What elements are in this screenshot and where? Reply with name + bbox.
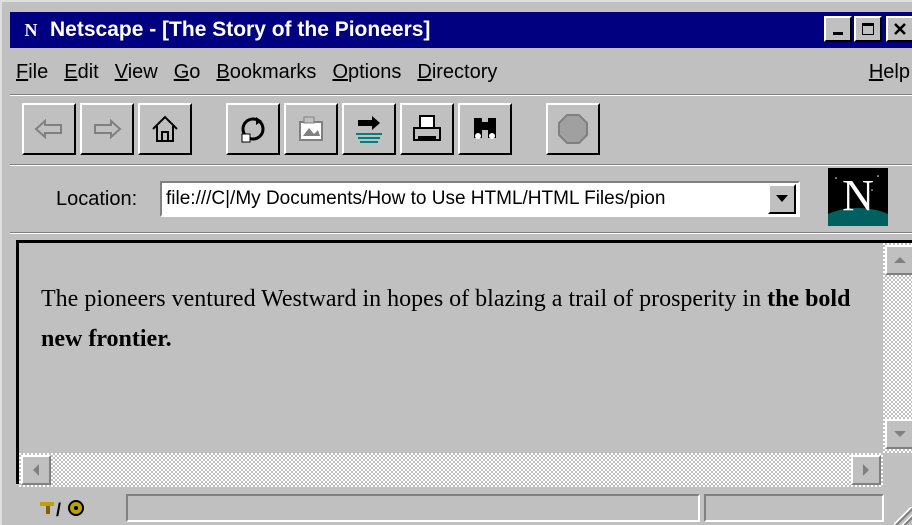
arrow-left-icon: [33, 464, 39, 476]
location-dropdown-button[interactable]: [768, 184, 796, 214]
stop-icon: [558, 114, 588, 144]
arrow-right-icon: [863, 464, 869, 476]
images-button[interactable]: [284, 103, 338, 155]
chevron-down-icon: [776, 195, 788, 202]
stop-button[interactable]: [546, 103, 600, 155]
open-button[interactable]: [342, 103, 396, 155]
menu-view[interactable]: View: [107, 61, 166, 84]
security-key-icon[interactable]: /: [34, 494, 100, 520]
menu-bar: File Edit View Go Bookmarks Options Dire…: [10, 54, 912, 90]
horizontal-scrollbar[interactable]: [19, 453, 883, 487]
window-controls: [824, 16, 912, 42]
status-message: [126, 494, 700, 522]
resize-grip-icon[interactable]: [894, 507, 912, 525]
svg-text:/: /: [56, 500, 61, 520]
document-text: The pioneers ventured Westward in hopes …: [41, 286, 768, 312]
scroll-left-button[interactable]: [21, 455, 51, 485]
reload-button[interactable]: [226, 103, 280, 155]
forward-button[interactable]: [80, 103, 134, 155]
toolbar-divider: [10, 164, 912, 166]
scroll-right-button[interactable]: [851, 455, 881, 485]
netscape-logo[interactable]: N: [828, 168, 888, 226]
location-input[interactable]: file:///C|/My Documents/How to Use HTML/…: [160, 181, 800, 217]
menu-bookmarks[interactable]: Bookmarks: [208, 61, 324, 84]
print-button[interactable]: [400, 103, 454, 155]
close-button[interactable]: [886, 16, 912, 42]
back-icon: [34, 118, 62, 140]
arrow-down-icon: [894, 431, 906, 437]
back-button[interactable]: [22, 103, 76, 155]
home-icon: [152, 115, 178, 142]
menu-go[interactable]: Go: [166, 61, 209, 84]
forward-icon: [94, 118, 122, 140]
menu-file[interactable]: File: [10, 61, 56, 84]
find-icon: [474, 118, 496, 139]
maximize-icon: [862, 23, 874, 35]
window-title: Netscape - [The Story of the Pioneers]: [50, 18, 431, 41]
location-label: Location:: [56, 188, 138, 210]
vertical-scrollbar[interactable]: [883, 243, 912, 453]
netscape-app-icon[interactable]: N: [16, 16, 44, 44]
svg-text:N: N: [842, 171, 874, 220]
progress-indicator: [704, 494, 884, 522]
arrow-up-icon: [894, 257, 906, 263]
browser-window: N Netscape - [The Story of the Pioneers]…: [0, 0, 912, 525]
scroll-down-button[interactable]: [885, 419, 912, 449]
menu-directory[interactable]: Directory: [409, 61, 505, 84]
menu-help[interactable]: Help: [861, 61, 912, 84]
status-bar: /: [10, 490, 912, 525]
maximize-button[interactable]: [854, 16, 882, 42]
netscape-n-icon: N: [828, 168, 888, 226]
minimize-button[interactable]: [824, 16, 852, 42]
page-viewport: The pioneers ventured Westward in hopes …: [16, 240, 912, 487]
location-bar: Location: file:///C|/My Documents/How to…: [10, 168, 912, 230]
find-button[interactable]: [458, 103, 512, 155]
document-body: The pioneers ventured Westward in hopes …: [19, 243, 883, 453]
location-divider: [10, 232, 912, 234]
menu-edit[interactable]: Edit: [56, 61, 106, 84]
close-icon: [894, 23, 906, 35]
open-icon: [356, 116, 382, 143]
scrollbar-corner: [883, 453, 912, 487]
print-icon: [413, 115, 441, 141]
menu-options[interactable]: Options: [324, 61, 409, 84]
images-icon: [299, 116, 323, 141]
scroll-up-button[interactable]: [885, 245, 912, 275]
app-icon-letter: N: [24, 19, 38, 40]
minimize-icon: [833, 32, 843, 35]
home-button[interactable]: [138, 103, 192, 155]
menu-divider: [10, 94, 912, 96]
location-url[interactable]: file:///C|/My Documents/How to Use HTML/…: [162, 188, 768, 210]
title-bar[interactable]: N Netscape - [The Story of the Pioneers]: [10, 12, 912, 48]
reload-icon: [241, 117, 265, 143]
navigation-toolbar: [22, 102, 604, 156]
